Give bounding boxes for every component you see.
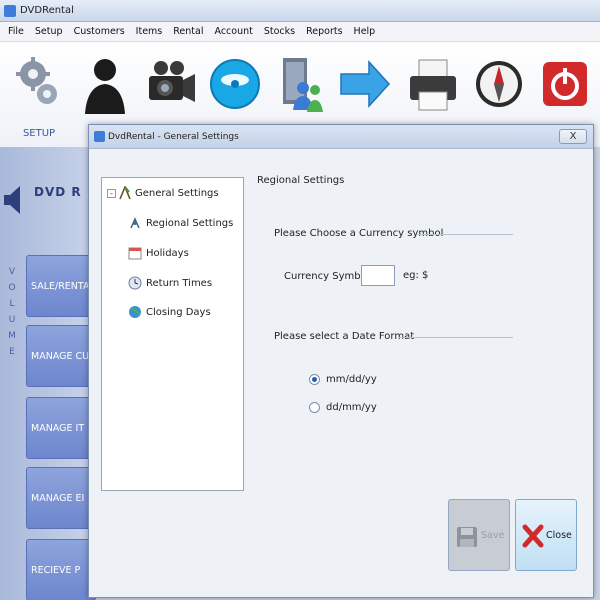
currency-example: eg: $	[403, 270, 429, 281]
side-logo: DVD R	[10, 167, 100, 207]
menubar: File Setup Customers Items Rental Accoun…	[0, 22, 600, 42]
volume-label: V O L U M E	[6, 267, 18, 363]
menu-setup[interactable]: Setup	[35, 26, 63, 37]
menu-stocks[interactable]: Stocks	[264, 26, 295, 37]
radio-label: mm/dd/yy	[326, 374, 377, 385]
menu-account[interactable]: Account	[214, 26, 252, 37]
gears-icon	[16, 57, 57, 104]
menu-items[interactable]: Items	[136, 26, 163, 37]
menu-rental[interactable]: Rental	[173, 26, 203, 37]
side-button-label: MANAGE IT	[31, 423, 85, 434]
floppy-disk-icon	[457, 527, 477, 547]
printer-icon	[410, 59, 456, 111]
tree-item-closing-days[interactable]: Closing Days	[128, 305, 211, 319]
user-icon	[85, 59, 125, 114]
radio-button[interactable]	[309, 402, 320, 413]
compass-icon	[476, 61, 522, 107]
currency-symbol-input[interactable]	[361, 265, 395, 286]
tree-collapse-icon[interactable]: -	[107, 188, 116, 198]
dialog-title: DvdRental - General Settings	[108, 132, 239, 142]
volume-letter: E	[9, 347, 15, 357]
arrow-icon	[340, 60, 391, 108]
volume-letter: L	[9, 299, 15, 309]
side-button-recieve-payment[interactable]: RECIEVE P	[26, 539, 96, 600]
red-x-icon	[522, 524, 544, 548]
users-icon	[283, 58, 323, 112]
tree-root-general-settings[interactable]: - General Settings	[107, 186, 219, 200]
side-button-manage-employees[interactable]: MANAGE EI	[26, 467, 96, 529]
save-button-label: Save	[481, 530, 505, 541]
settings-tree: - General Settings Regional Settings Hol…	[101, 177, 244, 491]
radio-dd-mm-yy[interactable]: dd/mm/yy	[309, 402, 377, 413]
side-button-sale-rental[interactable]: SALE/RENTA	[26, 255, 96, 317]
tree-item-label: Holidays	[146, 247, 189, 259]
tree-item-label: Return Times	[146, 277, 213, 289]
general-settings-dialog: DvdRental - General Settings X - General…	[88, 124, 594, 598]
tree-item-regional-settings[interactable]: Regional Settings	[128, 216, 233, 230]
side-logo-text: DVD R	[34, 185, 82, 199]
tree-item-label: Closing Days	[146, 306, 211, 318]
menu-reports[interactable]: Reports	[306, 26, 342, 37]
save-button[interactable]: Save	[448, 499, 510, 571]
content-title: Regional Settings	[257, 175, 345, 186]
radio-button-checked[interactable]	[309, 374, 320, 385]
menu-help[interactable]: Help	[354, 26, 376, 37]
volume-letter: O	[8, 283, 16, 293]
side-button-label: MANAGE EI	[31, 493, 85, 504]
dialog-app-icon	[94, 131, 105, 142]
tree-item-return-times[interactable]: Return Times	[128, 276, 212, 290]
side-button-manage-customers[interactable]: MANAGE CU	[26, 325, 96, 387]
menu-customers[interactable]: Customers	[74, 26, 125, 37]
group-divider	[418, 234, 513, 235]
close-icon: X	[569, 131, 577, 142]
globe-icon	[129, 306, 141, 318]
radio-mm-dd-yy[interactable]: mm/dd/yy	[309, 374, 377, 385]
app-titlebar: DVDRental	[0, 0, 600, 22]
tree-item-holidays[interactable]: Holidays	[128, 246, 189, 260]
group-divider	[399, 337, 513, 338]
tree-root-label: General Settings	[135, 187, 219, 199]
app-title: DVDRental	[20, 5, 74, 16]
power-icon	[543, 62, 587, 106]
regional-settings-icon	[130, 217, 140, 229]
calendar-icon	[128, 247, 142, 260]
close-button-label: Close	[546, 530, 572, 541]
menu-file[interactable]: File	[8, 26, 24, 37]
volume-letter: M	[8, 331, 16, 341]
side-button-label: MANAGE CU	[31, 351, 90, 362]
currency-symbol-label: Currency Symbol	[284, 271, 370, 282]
tree-item-label: Regional Settings	[146, 217, 234, 229]
side-button-label: SALE/RENTA	[31, 281, 90, 292]
settings-tree-icon	[119, 186, 131, 200]
radio-label: dd/mm/yy	[326, 402, 377, 413]
side-panel: DVD R V O L U M E SALE/RENTA MANAGE CU M…	[0, 147, 96, 600]
date-format-group-title: Please select a Date Format	[274, 331, 415, 342]
dialog-close-button[interactable]: X	[559, 129, 587, 144]
volume-letter: V	[8, 267, 16, 277]
close-button[interactable]: Close	[515, 499, 577, 571]
side-button-label: RECIEVE P	[31, 565, 81, 576]
disc-icon	[210, 59, 260, 109]
camera-icon	[149, 61, 195, 102]
clock-icon	[128, 276, 142, 290]
side-button-manage-items[interactable]: MANAGE IT	[26, 397, 96, 459]
app-icon	[4, 5, 16, 17]
volume-letter: U	[8, 315, 16, 325]
dialog-titlebar: DvdRental - General Settings X	[89, 125, 593, 149]
